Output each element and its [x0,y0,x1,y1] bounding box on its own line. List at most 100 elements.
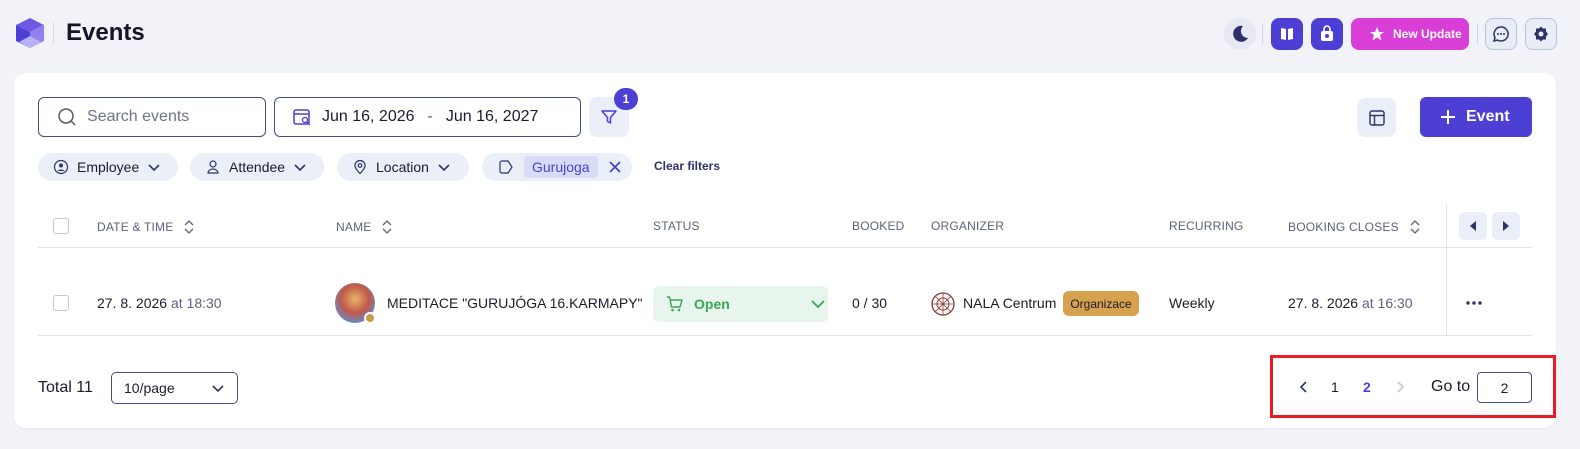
gear-icon [1534,26,1548,42]
dark-mode-toggle[interactable] [1224,18,1256,50]
title-divider [53,22,54,44]
event-date: 27. 8. 2026 [97,295,168,311]
star-icon [1370,27,1384,41]
new-update-button[interactable]: New Update [1351,18,1469,50]
closes-date: 27. 8. 2026 [1288,295,1359,311]
location-filter[interactable]: Location [337,153,469,181]
chevron-left-icon [1299,381,1307,393]
header-divider-line [38,247,1532,248]
search-icon [58,108,76,126]
organizer-name: NALA Centrum [963,295,1057,311]
chat-icon [1492,26,1509,43]
clear-filters-link[interactable]: Clear filters [654,159,720,173]
table-layout-icon [1368,109,1385,126]
page-title: Events [66,19,145,46]
column-status: STATUS [653,219,700,233]
shop-icon [1321,25,1333,41]
chevron-down-icon [811,300,825,309]
status-label: Open [694,296,730,312]
header-divider [1477,24,1478,44]
recurring-value: Weekly [1169,295,1215,311]
avatar-status-dot [364,312,376,324]
chevron-down-icon [438,164,450,172]
settings-button[interactable] [1525,18,1557,50]
row-divider-line [38,335,1532,336]
employee-filter[interactable]: Employee [38,153,178,181]
cart-icon [667,296,683,312]
booking-closes: 27. 8. 2026 at 16:30 [1288,295,1413,311]
event-at: at [170,295,183,311]
employee-filter-label: Employee [77,159,140,175]
page-size-select[interactable]: 10/page [111,372,238,404]
event-date-time: 27. 8. 2026 at 18:30 [97,295,222,311]
scroll-left-button[interactable] [1459,212,1487,240]
search-input[interactable] [87,108,257,126]
date-to[interactable]: Jun 16, 2027 [446,108,539,126]
column-organizer: ORGANIZER [931,219,1005,233]
triangle-left-icon [1470,221,1476,231]
total-count: Total 11 [38,379,93,396]
header-divider [1262,24,1263,44]
row-actions-button[interactable] [1462,291,1486,315]
column-name-label: NAME [336,220,372,234]
chat-button[interactable] [1485,18,1517,50]
scroll-right-button[interactable] [1492,212,1520,240]
column-date-time-label: DATE & TIME [97,220,174,234]
date-from[interactable]: Jun 16, 2026 [322,108,415,126]
actions-column-divider [1446,204,1447,335]
page-size-value: 10/page [124,380,175,396]
select-all-checkbox[interactable] [53,218,69,234]
column-booked: BOOKED [852,219,905,233]
location-filter-label: Location [376,159,429,175]
tag-filter[interactable]: Gurujoga [482,153,632,181]
column-booking-closes-label: BOOKING CLOSES [1288,220,1399,234]
organizer-badge: Organizace [1063,291,1139,316]
column-recurring: RECURRING [1169,219,1244,233]
page-1[interactable]: 1 [1331,379,1339,395]
user-icon [207,160,219,174]
user-circle-icon [53,159,69,175]
event-time: 18:30 [186,295,222,311]
more-horizontal-icon [1466,301,1482,305]
chevron-right-icon [1397,381,1405,393]
date-range-picker[interactable]: Jun 16, 2026 - Jun 16, 2027 [274,97,581,137]
search-box[interactable] [38,97,266,137]
chevron-down-icon [294,164,306,172]
location-pin-icon [354,159,366,175]
column-booking-closes[interactable]: BOOKING CLOSES [1288,219,1421,235]
row-checkbox[interactable] [53,295,69,311]
moon-icon [1233,25,1248,42]
triangle-right-icon [1503,221,1509,231]
column-date-time[interactable]: DATE & TIME [97,219,195,235]
columns-button[interactable] [1357,98,1396,137]
filter-count-badge: 1 [614,88,638,110]
closes-at: at [1361,295,1374,311]
book-icon [1281,28,1293,40]
closes-time: 16:30 [1377,295,1413,311]
attendee-filter-label: Attendee [229,159,286,175]
organizer-logo [931,292,955,316]
close-icon[interactable] [608,160,622,174]
docs-button[interactable] [1271,18,1303,50]
page-2[interactable]: 2 [1363,379,1371,395]
add-event-button[interactable]: Event [1420,97,1532,137]
event-name[interactable]: MEDITACE "GURUJÓGA 16.KARMAPY" [387,295,643,311]
sort-icon [184,220,194,234]
goto-page-input[interactable]: 2 [1477,372,1532,403]
next-page-button[interactable] [1394,380,1406,397]
store-button[interactable] [1311,18,1343,50]
status-dropdown[interactable]: Open [653,286,828,322]
sort-icon [383,220,392,234]
plus-icon [1441,110,1455,124]
booked-count: 0 / 30 [852,295,888,311]
add-event-label: Event [1466,108,1510,125]
prev-page-button[interactable] [1298,380,1310,397]
goto-label: Go to [1431,378,1471,395]
column-name[interactable]: NAME [336,219,393,235]
tag-filter-value: Gurujoga [524,156,598,178]
chevron-down-icon [212,385,224,393]
attendee-filter[interactable]: Attendee [190,153,324,181]
app-logo[interactable] [14,16,46,50]
calendar-search-icon [293,109,311,126]
chevron-down-icon [148,164,160,172]
